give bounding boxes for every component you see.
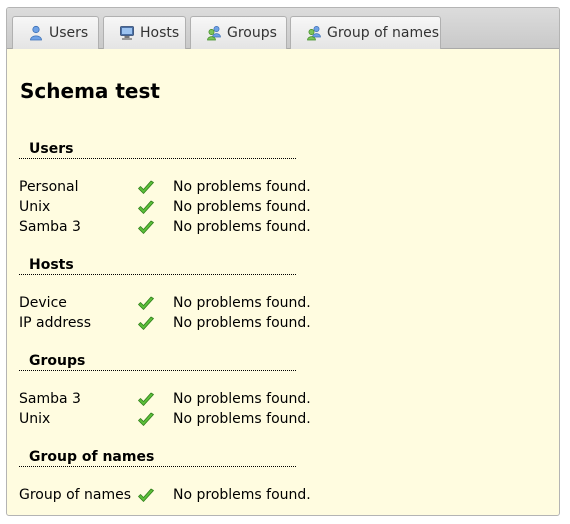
list-item: Samba 3 No problems found. [19,390,319,410]
tab-users[interactable]: Users [12,16,99,49]
list-item: Device No problems found. [19,294,319,314]
check-icon [138,200,154,214]
tab-users-label: Users [49,25,89,41]
tab-hosts[interactable]: Hosts [103,16,186,49]
row-label: Device [19,295,67,311]
check-icon [138,392,154,406]
row-label: Group of names [19,487,132,503]
check-icon [138,180,154,194]
group-icon [206,25,222,41]
check-icon [138,488,154,502]
section-title-hosts: Hosts [19,255,296,275]
section-title-users: Users [19,139,296,159]
list-item: IP address No problems found. [19,314,319,334]
check-icon [138,296,154,310]
row-status: No problems found. [173,315,311,331]
row-status: No problems found. [173,487,311,503]
check-icon [138,316,154,330]
computer-icon [119,25,135,41]
tab-hosts-label: Hosts [140,25,180,41]
row-status: No problems found. [173,391,311,407]
list-item: Samba 3 No problems found. [19,218,319,238]
row-status: No problems found. [173,219,311,235]
main-panel: Users Hosts Groups Group of names Schema… [6,7,560,516]
row-label: Samba 3 [19,219,81,235]
row-label: Samba 3 [19,391,81,407]
check-icon [138,412,154,426]
row-label: Personal [19,179,79,195]
group-icon [306,25,322,41]
tab-groups[interactable]: Groups [190,16,287,49]
row-status: No problems found. [173,179,311,195]
page-title: Schema test [20,79,160,103]
list-item: Personal No problems found. [19,178,319,198]
list-item: Unix No problems found. [19,198,319,218]
tab-groups-label: Groups [227,25,277,41]
list-item: Unix No problems found. [19,410,319,430]
row-label: IP address [19,315,92,331]
user-icon [28,25,44,41]
tab-bar: Users Hosts Groups Group of names [7,8,559,49]
row-label: Unix [19,199,51,215]
section-title-group-of-names: Group of names [19,447,296,467]
row-status: No problems found. [173,199,311,215]
tab-group-of-names[interactable]: Group of names [290,16,441,49]
row-status: No problems found. [173,295,311,311]
list-item: Group of names No problems found. [19,486,319,506]
section-title-groups: Groups [19,351,296,371]
check-icon [138,220,154,234]
row-label: Unix [19,411,51,427]
tab-group-of-names-label: Group of names [327,25,440,41]
row-status: No problems found. [173,411,311,427]
